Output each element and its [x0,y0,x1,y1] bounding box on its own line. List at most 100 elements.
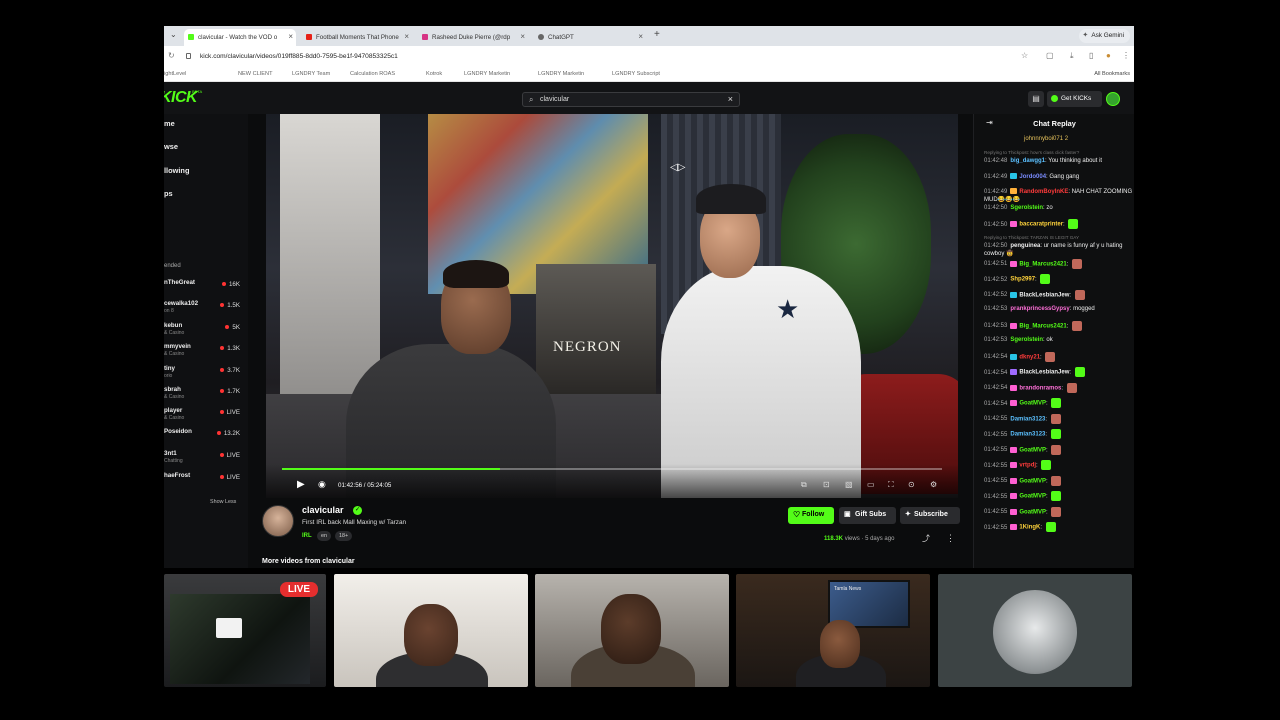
more-options-icon[interactable]: ⋮ [946,533,955,544]
tab-kick[interactable]: clavicular - Watch the VOD o × [184,29,296,46]
chat-message[interactable]: 01:42:52 Shp2997: [984,274,1134,284]
bookmark-item[interactable]: LGNDRY Subscript [612,71,660,77]
chat-message[interactable]: 01:42:50 penguinea: ur name is funny af y… [984,242,1134,258]
chat-username[interactable]: RandomBoyInKE [1019,189,1068,195]
bookmark-star-icon[interactable]: ☆ [1021,51,1028,60]
nav-home[interactable]: me [164,119,175,128]
video-player[interactable]: NEGRON ★ ◁▷ ▶ ◉ 01:42:56 / 05:24:05 ⧉ ⊡ … [266,114,958,498]
nav-browse[interactable]: wse [164,142,178,151]
chat-username[interactable]: baccaratprinter [1019,222,1063,228]
channel-avatar[interactable] [262,505,294,537]
chat-message[interactable]: 01:42:49 RandomBoyInKE: NAH CHAT ZOOMING … [984,188,1134,204]
chat-username[interactable]: BlackLesbianJew [1019,370,1069,376]
menu-icon[interactable]: ⋮ [1122,51,1130,60]
chat-username[interactable]: Jordo004 [1019,174,1046,180]
share-icon[interactable]: ⤴ [922,533,930,544]
chat-username[interactable]: penguinea [1010,243,1040,249]
chat-username[interactable]: GoatMVP [1019,509,1046,515]
chat-message[interactable]: 01:42:54 brandonramos: [984,382,1134,393]
close-tab-icon[interactable]: × [404,32,409,41]
chat-message[interactable]: 01:42:51 Big_Marcus2421: [984,258,1134,269]
sidebar-channel[interactable]: Poseidon 13.2K [164,428,244,448]
sidebar-channel[interactable]: mmyvein & Casino 1.3K [164,343,244,363]
chat-message[interactable]: 01:42:54 GoatMVP: [984,398,1134,408]
chat-message[interactable]: 01:42:49 Jordo004: Gang gang [984,172,1134,181]
chat-username[interactable]: GoatMVP [1019,478,1046,484]
sidebar-channel[interactable]: cewalka102 on 8 1.5K [164,300,244,320]
tag-mature[interactable]: 18+ [335,531,353,541]
bookmark-item[interactable]: LGNDRY Team [292,71,330,77]
clear-search-icon[interactable]: × [728,94,733,104]
chat-message[interactable]: 01:42:52 BlackLesbianJew: [984,289,1134,300]
pip-icon[interactable]: ⊡ [823,480,830,489]
extensions-icon[interactable]: ▢ [1046,51,1054,60]
user-avatar[interactable] [1106,92,1120,106]
sidebar-icon[interactable]: ▯ [1089,51,1093,60]
reload-icon[interactable]: ↻ [168,51,175,60]
chat-username[interactable]: Damian3123 [1010,416,1045,422]
close-tab-icon[interactable]: × [638,32,643,41]
chat-username[interactable]: prankprincessGypsy [1010,306,1069,312]
chat-username[interactable]: Big_Marcus2421 [1019,261,1066,267]
chat-message[interactable]: 01:42:55 1KingK: [984,522,1134,532]
chat-message[interactable]: 01:42:54 BlackLesbianJew: [984,367,1134,377]
chat-message[interactable]: 01:42:55 GoatMVP: [984,491,1134,501]
search-box[interactable]: ⌕ clavicular × [522,92,740,107]
chat-message[interactable]: 01:42:53 Big_Marcus2421: [984,320,1134,331]
profile-icon[interactable]: ● [1106,51,1111,60]
bookmark-item[interactable]: Kotrok [426,71,442,77]
fullscreen-icon[interactable]: ⛶ [888,480,894,490]
chat-username[interactable]: Big_Marcus2421 [1019,323,1066,329]
chat-username[interactable]: Sgerolstein [1010,337,1043,343]
bookmark-item[interactable]: ightLevel [164,71,186,77]
sidebar-channel[interactable]: sbrah & Casino 1.7K [164,386,244,406]
gift-subs-button[interactable]: Gift Subs [839,507,896,524]
tab-instagram[interactable]: Rasheed Duke Pierre (@rdp × [418,29,528,46]
seek-bar[interactable] [282,468,942,470]
theater-icon[interactable]: ▧ [845,480,853,489]
close-tab-icon[interactable]: × [520,32,525,41]
wallet-icon[interactable]: ▤ [1028,91,1044,107]
bookmark-item[interactable]: NEW CLIENT [238,71,273,77]
chat-message[interactable]: 01:42:53 Sgerolstein: ok [984,336,1134,344]
quality-icon[interactable]: ⊙ [908,480,915,489]
get-kicks-button[interactable]: Get KICKs [1047,91,1102,107]
nav-following[interactable]: llowing [164,166,189,175]
sidebar-channel[interactable]: tiny orio 3.7K [164,365,244,385]
category-link[interactable]: IRL [302,533,312,539]
show-less-link[interactable]: Show Less [210,499,236,505]
channel-name[interactable]: clavicular [302,505,344,515]
chat-username[interactable]: brandonramos [1019,385,1061,391]
chat-username[interactable]: GoatMVP [1019,494,1046,500]
follow-button[interactable]: Follow [788,507,834,524]
bookmark-item[interactable]: LGNDRY Marketin [464,71,510,77]
chat-message[interactable]: 01:42:48 big_dawgg1: You thinking about i… [984,157,1134,165]
tab-search-icon[interactable]: ⌄ [170,30,177,39]
chat-message[interactable]: 01:42:55 GoatMVP: [984,506,1134,517]
chat-message[interactable]: 01:42:55 Damian3123: [984,413,1134,424]
chat-username[interactable]: Sgerolstein [1010,205,1043,211]
nav-clips[interactable]: ps [164,189,173,198]
chat-message[interactable]: 01:42:53 prankprincessGypsy: mogged [984,305,1134,313]
tag-language[interactable]: en [317,531,331,541]
clip-icon[interactable]: ⧉ [801,480,807,490]
chat-username[interactable]: Shp2997 [1010,277,1035,283]
chat-message[interactable]: 01:42:50 Sgerolstein: zo [984,204,1134,212]
chat-username[interactable]: vrtpdj [1019,463,1036,469]
chat-username[interactable]: GoatMVP [1019,401,1046,407]
chat-message[interactable]: 01:42:54 dkny21: [984,351,1134,362]
sidebar-channel[interactable]: player & Casino LIVE [164,407,244,427]
chat-username[interactable]: GoatMVP [1019,447,1046,453]
chat-username[interactable]: big_dawgg1 [1010,158,1045,164]
ask-gemini-button[interactable]: Ask Gemini [1079,29,1130,43]
download-icon[interactable]: ⤓ [1070,51,1074,61]
chat-message[interactable]: 01:42:55 vrtpdj: [984,460,1134,470]
bookmark-item[interactable]: Calculation ROAS [350,71,395,77]
captions-icon[interactable]: ▭ [867,480,875,489]
new-tab-icon[interactable]: + [654,29,660,40]
subscribe-button[interactable]: Subscribe [900,507,960,524]
sidebar-channel[interactable]: kebun & Casino 5K [164,322,244,342]
chat-username[interactable]: Damian3123 [1010,432,1045,438]
play-icon[interactable]: ▶ [297,479,305,490]
chat-message[interactable]: 01:42:50 baccaratprinter: [984,219,1134,229]
